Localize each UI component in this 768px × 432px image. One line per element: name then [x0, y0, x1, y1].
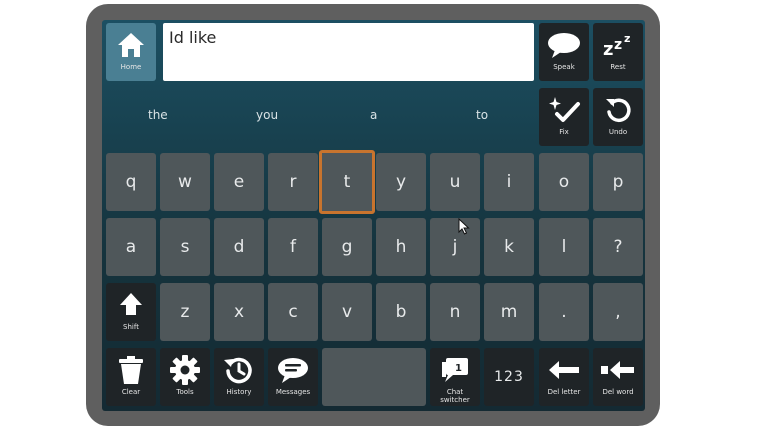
key-a[interactable]: a — [106, 218, 156, 276]
messages-button[interactable]: Messages — [268, 348, 318, 406]
key-x[interactable]: x — [214, 283, 264, 341]
del-word-label: Del word — [602, 388, 634, 396]
chat-switcher-icon: 1 — [439, 354, 471, 386]
space-bar[interactable] — [322, 348, 426, 406]
message-text: Id like — [169, 28, 217, 47]
messages-label: Messages — [275, 388, 311, 396]
history-clock-icon — [223, 354, 255, 386]
prediction-you[interactable]: you — [256, 108, 278, 122]
message-bubble-icon — [276, 354, 310, 386]
key-b[interactable]: b — [376, 283, 426, 341]
history-button[interactable]: History — [214, 348, 264, 406]
del-letter-button[interactable]: Del letter — [539, 348, 589, 406]
clear-button[interactable]: Clear — [106, 348, 156, 406]
shift-label: Shift — [123, 323, 139, 331]
speech-bubble-icon — [546, 29, 582, 61]
prediction-to[interactable]: to — [476, 108, 488, 122]
chat-count: 1 — [455, 363, 462, 374]
key-period[interactable]: . — [539, 283, 589, 341]
undo-label: Undo — [608, 128, 628, 136]
numbers-button[interactable]: 123 — [484, 348, 534, 406]
key-m[interactable]: m — [484, 283, 534, 341]
key-h[interactable]: h — [376, 218, 426, 276]
key-k[interactable]: k — [484, 218, 534, 276]
rest-label: Rest — [610, 63, 626, 71]
speak-button[interactable]: Speak — [539, 23, 589, 81]
key-p[interactable]: p — [593, 153, 643, 211]
del-letter-label: Del letter — [547, 388, 581, 396]
key-u[interactable]: u — [430, 153, 480, 211]
chat-switcher-button[interactable]: 1 Chat switcher — [430, 348, 480, 406]
sparkle-check-icon — [547, 94, 581, 126]
key-d[interactable]: d — [214, 218, 264, 276]
delete-word-icon — [600, 354, 636, 386]
key-n[interactable]: n — [430, 283, 480, 341]
home-icon — [116, 29, 146, 61]
tools-button[interactable]: Tools — [160, 348, 210, 406]
shift-button[interactable]: Shift — [106, 283, 156, 341]
prediction-a[interactable]: a — [370, 108, 377, 122]
trash-can-icon — [118, 354, 144, 386]
key-j[interactable]: j — [430, 218, 480, 276]
key-comma[interactable]: , — [593, 283, 643, 341]
home-button[interactable]: Home — [106, 23, 156, 81]
gear-icon — [169, 354, 201, 386]
key-w[interactable]: w — [160, 153, 210, 211]
mouse-pointer-icon — [458, 217, 470, 239]
key-y[interactable]: y — [376, 153, 426, 211]
key-q[interactable]: q — [106, 153, 156, 211]
sleep-zzz-icon: z z z — [601, 29, 635, 61]
key-question[interactable]: ? — [593, 218, 643, 276]
shift-arrow-icon — [118, 289, 144, 321]
svg-text:z: z — [603, 39, 613, 59]
key-z[interactable]: z — [160, 283, 210, 341]
backspace-arrow-icon — [547, 354, 581, 386]
home-label: Home — [120, 63, 142, 71]
key-t[interactable]: t — [319, 150, 375, 214]
svg-text:z: z — [614, 37, 622, 53]
fix-button[interactable]: Fix — [539, 88, 589, 146]
undo-button[interactable]: Undo — [593, 88, 643, 146]
numbers-label: 123 — [494, 369, 524, 385]
speak-label: Speak — [553, 63, 575, 71]
rest-button[interactable]: z z z Rest — [593, 23, 643, 81]
key-c[interactable]: c — [268, 283, 318, 341]
key-o[interactable]: o — [539, 153, 589, 211]
app-screen: Home Id like Speak z z z Rest the you a … — [102, 20, 645, 411]
prediction-the[interactable]: the — [148, 108, 168, 122]
svg-text:z: z — [624, 32, 630, 45]
key-f[interactable]: f — [268, 218, 318, 276]
key-e[interactable]: e — [214, 153, 264, 211]
key-g[interactable]: g — [322, 218, 372, 276]
key-l[interactable]: l — [539, 218, 589, 276]
clear-label: Clear — [121, 388, 141, 396]
undo-icon — [603, 94, 633, 126]
key-i[interactable]: i — [484, 153, 534, 211]
del-word-button[interactable]: Del word — [593, 348, 643, 406]
message-box[interactable]: Id like — [163, 23, 534, 81]
chat-switcher-label: Chat switcher — [440, 388, 470, 404]
tools-label: Tools — [176, 388, 194, 396]
key-v[interactable]: v — [322, 283, 372, 341]
fix-label: Fix — [559, 128, 569, 136]
history-label: History — [226, 388, 252, 396]
key-r[interactable]: r — [268, 153, 318, 211]
key-s[interactable]: s — [160, 218, 210, 276]
